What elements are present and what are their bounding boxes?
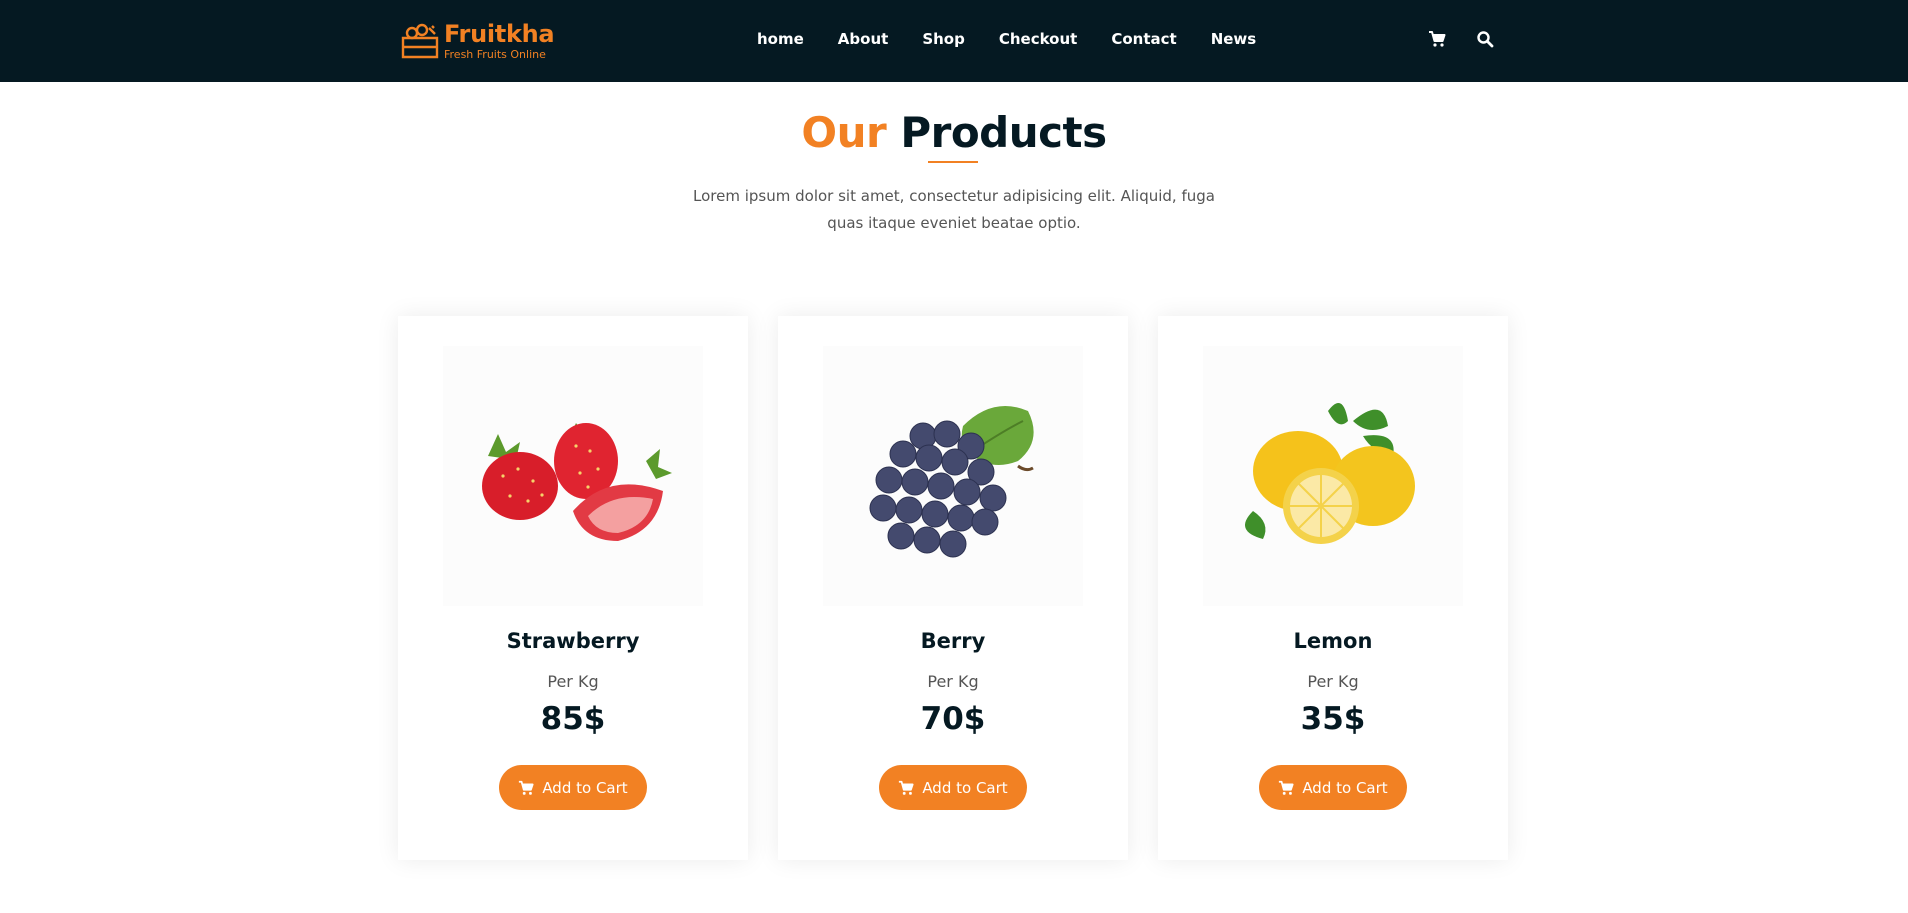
- strawberry-image: [482, 423, 672, 541]
- fruit-crate-icon: [401, 23, 439, 59]
- header-icons: [1428, 30, 1524, 48]
- title-underline: [928, 161, 978, 163]
- product-card-lemon: Lemon Per Kg 35$ Add to Cart: [1158, 316, 1508, 860]
- add-to-cart-label: Add to Cart: [1302, 778, 1388, 797]
- product-unit: Per Kg: [927, 672, 979, 691]
- nav-link-home[interactable]: home: [757, 30, 804, 48]
- nav-link-news[interactable]: News: [1211, 30, 1257, 48]
- product-unit: Per Kg: [1307, 672, 1359, 691]
- add-to-cart-button[interactable]: Add to Cart: [1259, 765, 1407, 810]
- product-price: 35$: [1300, 701, 1366, 737]
- brand-name: Fruitkha: [444, 20, 555, 48]
- product-image-strawberry[interactable]: [443, 346, 703, 606]
- product-name: Lemon: [1293, 629, 1373, 653]
- section-description: Lorem ipsum dolor sit amet, consectetur …: [693, 187, 1215, 232]
- section-title: Our Products: [0, 108, 1908, 157]
- product-image-berry[interactable]: [823, 346, 1083, 606]
- site-header: Fruitkha Fresh Fruits Online home About …: [0, 0, 1908, 82]
- section-title-main: Products: [900, 108, 1107, 157]
- product-unit: Per Kg: [547, 672, 599, 691]
- grapes-image: [869, 406, 1034, 558]
- shopping-cart-icon[interactable]: [1428, 30, 1446, 48]
- product-name: Berry: [920, 629, 986, 653]
- product-price: 70$: [920, 701, 986, 737]
- product-card-strawberry: Strawberry Per Kg 85$ Add to Cart: [398, 316, 748, 860]
- product-card-berry: Berry Per Kg 70$ Add to Cart: [778, 316, 1128, 860]
- nav-link-checkout[interactable]: Checkout: [999, 30, 1077, 48]
- lemon-image: [1245, 403, 1415, 544]
- logo-text: Fruitkha Fresh Fruits Online: [444, 20, 555, 61]
- add-to-cart-label: Add to Cart: [922, 778, 1008, 797]
- shopping-cart-icon: [899, 780, 914, 795]
- product-price: 85$: [540, 701, 606, 737]
- product-image-lemon[interactable]: [1203, 346, 1463, 606]
- nav-link-contact[interactable]: Contact: [1111, 30, 1176, 48]
- shopping-cart-icon: [519, 780, 534, 795]
- shopping-cart-icon: [1279, 780, 1294, 795]
- logo[interactable]: Fruitkha Fresh Fruits Online: [400, 20, 555, 61]
- nav-link-shop[interactable]: Shop: [922, 30, 965, 48]
- main-nav: home About Shop Checkout Contact News: [757, 30, 1290, 48]
- add-to-cart-button[interactable]: Add to Cart: [499, 765, 647, 810]
- product-name: Strawberry: [506, 629, 640, 653]
- search-icon[interactable]: [1476, 30, 1494, 48]
- add-to-cart-label: Add to Cart: [542, 778, 628, 797]
- nav-link-about[interactable]: About: [838, 30, 889, 48]
- brand-tagline: Fresh Fruits Online: [444, 48, 546, 61]
- section-title-accent: Our: [801, 108, 887, 157]
- add-to-cart-button[interactable]: Add to Cart: [879, 765, 1027, 810]
